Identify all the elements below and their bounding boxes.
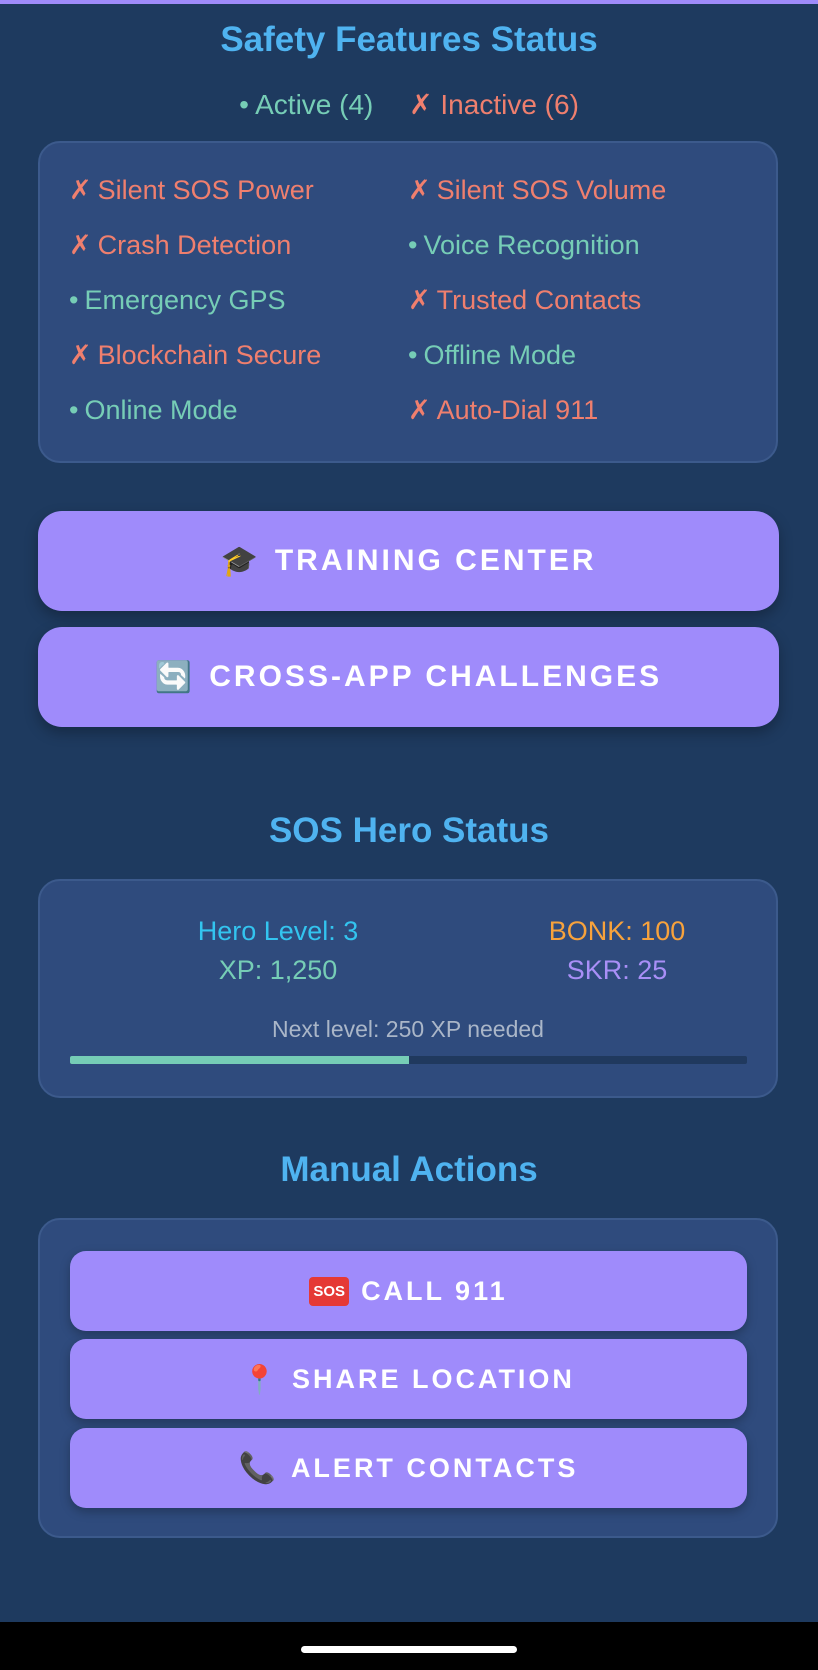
skr-balance: SKR: 25 xyxy=(566,955,668,985)
features-summary: • Active (4) ✗ Inactive (6) xyxy=(0,88,818,121)
refresh-icon: 🔄 xyxy=(154,660,196,694)
feature-offline-mode: • Offline Mode xyxy=(408,340,576,371)
inactive-mark-icon: ✗ xyxy=(408,175,431,205)
alert-contacts-label: ALERT CONTACTS xyxy=(290,1452,579,1483)
feature-silent-sos-volume: ✗ Silent SOS Volume xyxy=(408,175,666,206)
feature-label: Voice Recognition xyxy=(423,230,640,260)
feature-label: Emergency GPS xyxy=(84,285,286,315)
phone-icon: 📞 xyxy=(238,1451,279,1485)
active-bullet-icon: • xyxy=(408,230,418,260)
feature-label: Offline Mode xyxy=(423,340,577,370)
sos-icon: SOS xyxy=(309,1276,350,1306)
feature-trusted-contacts: ✗ Trusted Contacts xyxy=(408,285,641,316)
cross-app-challenges-label: CROSS-APP CHALLENGES xyxy=(209,660,663,693)
call-911-button[interactable]: SOS CALL 911 xyxy=(70,1251,747,1331)
manual-actions-card: SOS CALL 911 📍 SHARE LOCATION 📞 ALERT CO… xyxy=(38,1218,778,1538)
feature-label: Auto-Dial 911 xyxy=(436,395,599,425)
alert-contacts-button[interactable]: 📞 ALERT CONTACTS xyxy=(70,1428,747,1508)
feature-label: Silent SOS Volume xyxy=(436,175,667,205)
bonk-balance: BONK: 100 xyxy=(548,916,686,946)
system-navigation-bar xyxy=(0,1622,818,1670)
location-pin-icon: 📍 xyxy=(242,1363,280,1395)
training-center-button[interactable]: 🎓 TRAINING CENTER xyxy=(38,511,779,611)
cross-app-challenges-button[interactable]: 🔄 CROSS-APP CHALLENGES xyxy=(38,627,779,727)
feature-emergency-gps: • Emergency GPS xyxy=(69,285,286,316)
active-bullet-icon: • xyxy=(69,395,79,425)
feature-voice-recognition: • Voice Recognition xyxy=(408,230,640,261)
hero-status-title: SOS Hero Status xyxy=(268,811,550,850)
share-location-label: SHARE LOCATION xyxy=(291,1363,575,1394)
feature-crash-detection: ✗ Crash Detection xyxy=(69,230,291,261)
inactive-mark-icon: ✗ xyxy=(408,285,431,315)
call-911-label: CALL 911 xyxy=(361,1275,508,1306)
hero-status-card: Hero Level: 3 XP: 1,250 BONK: 100 SKR: 2… xyxy=(38,879,778,1098)
top-accent-strip xyxy=(0,0,818,4)
inactive-mark-icon: ✗ xyxy=(408,395,431,425)
inactive-mark-icon: ✗ xyxy=(69,340,92,370)
feature-label: Silent SOS Power xyxy=(97,175,314,205)
hero-level: Hero Level: 3 xyxy=(197,916,359,946)
feature-auto-dial-911: ✗ Auto-Dial 911 xyxy=(408,395,598,426)
feature-label: Trusted Contacts xyxy=(436,285,642,315)
inactive-mark-icon: ✗ xyxy=(69,230,92,260)
next-level-text: Next level: 250 XP needed xyxy=(272,1016,544,1042)
inactive-mark-icon: ✗ xyxy=(69,175,92,205)
features-card: ✗ Silent SOS Power ✗ Silent SOS Volume ✗ Cr… xyxy=(38,141,778,463)
feature-label: Online Mode xyxy=(84,395,238,425)
home-gesture-handle[interactable] xyxy=(301,1646,517,1653)
manual-actions-title: Manual Actions xyxy=(280,1150,538,1189)
feature-online-mode: • Online Mode xyxy=(69,395,238,426)
feature-label: Blockchain Secure xyxy=(97,340,322,370)
active-bullet-icon: • xyxy=(69,285,79,315)
feature-label: Crash Detection xyxy=(97,230,292,260)
feature-silent-sos-power: ✗ Silent SOS Power xyxy=(69,175,314,206)
hero-xp: XP: 1,250 xyxy=(218,955,338,985)
safety-features-title: Safety Features Status xyxy=(220,20,598,59)
active-bullet-icon: • xyxy=(408,340,418,370)
inactive-count: ✗ Inactive (6) xyxy=(409,89,579,120)
graduation-cap-icon: 🎓 xyxy=(220,544,261,578)
share-location-button[interactable]: 📍 SHARE LOCATION xyxy=(70,1339,747,1419)
active-count: • Active (4) xyxy=(239,89,374,120)
xp-progress-fill xyxy=(70,1056,409,1064)
feature-blockchain-secure: ✗ Blockchain Secure xyxy=(69,340,321,371)
training-center-label: TRAINING CENTER xyxy=(274,544,597,577)
xp-progress-bar xyxy=(70,1056,747,1064)
